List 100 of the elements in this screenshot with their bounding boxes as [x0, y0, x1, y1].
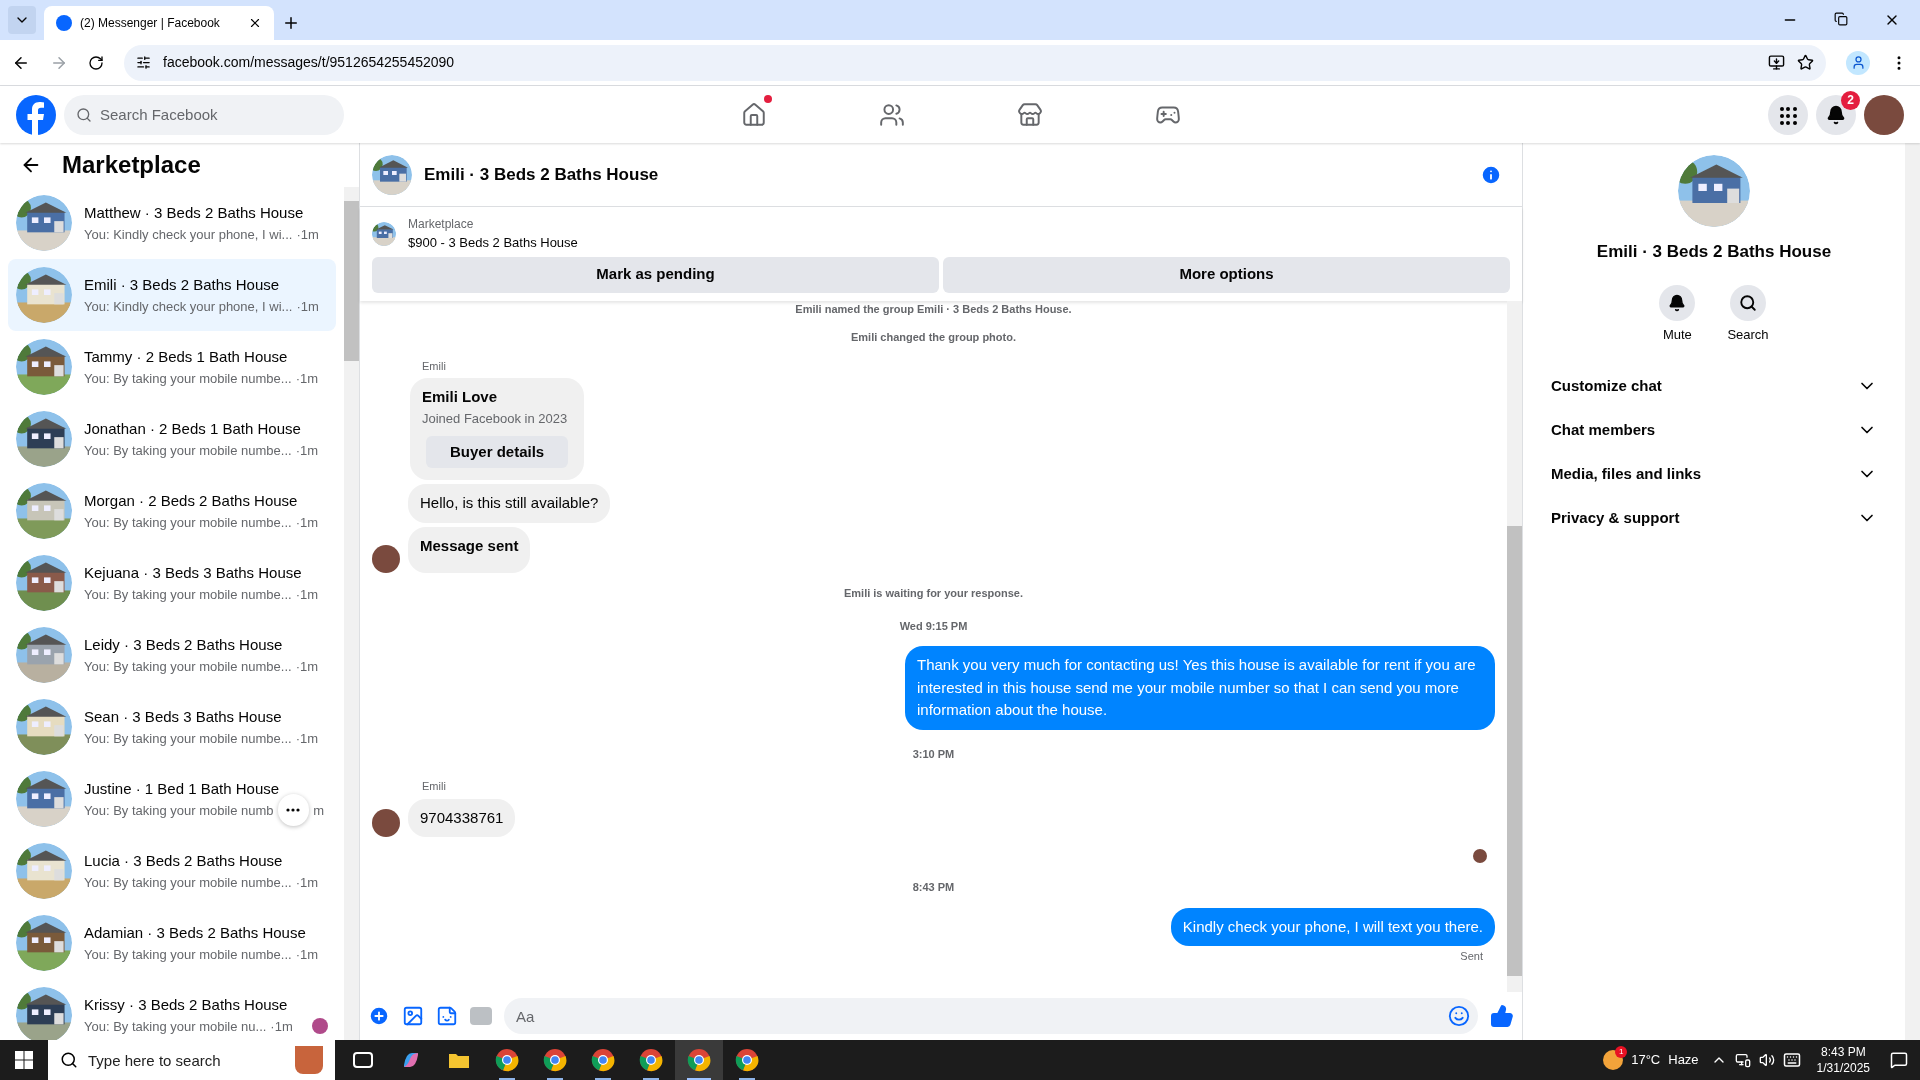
conversation-title: Sean · 3 Beds 3 Baths House: [84, 707, 283, 727]
browser-icon[interactable]: [639, 1048, 663, 1072]
listing-label: Marketplace: [408, 216, 475, 233]
clock-date: 1/31/2025: [1816, 1060, 1870, 1076]
search-icon: [1739, 293, 1757, 312]
chat-title: Emili · 3 Beds 2 Baths House: [424, 163, 660, 186]
temperature: 17°C: [1631, 1051, 1661, 1070]
buyer-name: Emili Love: [422, 387, 499, 407]
conversation-title: Matthew · 3 Beds 2 Baths House: [84, 203, 305, 223]
action-button[interactable]: Mark as pending: [372, 256, 939, 293]
conversation-item[interactable]: Matthew · 3 Beds 2 Baths House You: Kindly check your phone, I wi... ·1m: [8, 187, 336, 259]
message-field[interactable]: Aa: [504, 998, 1478, 1034]
keyboard-icon[interactable]: [1782, 1051, 1801, 1069]
message-preview: You: Kindly check your phone, I wi...: [84, 225, 293, 244]
message-time: ·1m: [295, 945, 319, 964]
bell-icon: [1668, 293, 1687, 312]
scrollbar[interactable]: [1905, 143, 1920, 1040]
scrollbar[interactable]: [1507, 300, 1522, 992]
system-message: Emili named the group Emili · 3 Beds 2 Baths House.: [795, 301, 1072, 317]
add-icon[interactable]: [368, 1005, 390, 1027]
listing-title: $900 - 3 Beds 2 Baths House: [408, 234, 578, 252]
menu-button[interactable]: [1768, 94, 1808, 135]
message-time: ·1m: [295, 873, 319, 892]
scrollbar[interactable]: [344, 187, 359, 1040]
message-bubble: Hello, is this still available?: [408, 484, 611, 523]
like-icon[interactable]: [1490, 1004, 1514, 1028]
conversation-item[interactable]: Jonathan · 2 Beds 1 Bath House You: By taking your mobile numbe... ·1m: [8, 403, 336, 475]
profile-button[interactable]: [1846, 50, 1870, 75]
notifications-icon[interactable]: [1890, 1051, 1908, 1069]
search-field[interactable]: Search Facebook: [64, 94, 344, 135]
site-info-icon[interactable]: [136, 55, 151, 70]
conversation-item[interactable]: Justine · 1 Bed 1 Bath House You: By taking your mobile numb m: [8, 763, 336, 835]
conversation-title: Justine · 1 Bed 1 Bath House: [84, 779, 281, 799]
browser-icon[interactable]: [687, 1048, 711, 1072]
taskbar-search-field[interactable]: Type here to search: [48, 1040, 335, 1080]
browser-icon[interactable]: [495, 1048, 519, 1072]
conversation-item[interactable]: Tammy · 2 Beds 1 Bath House You: By taking your mobile numbe... ·1m: [8, 331, 336, 403]
conversation-item[interactable]: Adamian · 3 Beds 2 Baths House You: By taking your mobile numbe... ·1m: [8, 907, 336, 979]
people-icon: [879, 101, 905, 128]
reload-icon[interactable]: [88, 54, 104, 71]
buyer-details-button[interactable]: Buyer details: [426, 436, 569, 468]
action-button[interactable]: More options: [943, 256, 1510, 293]
tab-list-button[interactable]: [8, 6, 36, 34]
section-header[interactable]: Customize chat: [1539, 364, 1889, 408]
notification-badge: 2: [1841, 90, 1860, 110]
emoji-icon[interactable]: [1448, 1005, 1470, 1027]
message-time: ·1m: [270, 1017, 293, 1036]
install-icon[interactable]: [1768, 54, 1785, 71]
section-header[interactable]: Privacy & support: [1539, 496, 1889, 540]
browser-icon[interactable]: [543, 1048, 567, 1072]
new-tab-icon[interactable]: [282, 14, 300, 32]
message-bubble: Kindly check your phone, I will text you there.: [1170, 907, 1495, 946]
address-bar[interactable]: facebook.com/messages/t/9512654255452090: [124, 44, 1826, 81]
browser-icon[interactable]: [591, 1048, 615, 1072]
more-button[interactable]: [277, 794, 310, 827]
search-icon: [76, 106, 92, 123]
windows-logo[interactable]: [15, 1051, 33, 1069]
message-time: ·1m: [295, 513, 319, 532]
conversation-item[interactable]: Emili · 3 Beds 2 Baths House You: Kindly check your phone, I wi... ·1m: [8, 259, 336, 331]
message-time: ·1m: [295, 657, 319, 676]
message-preview: You: By taking your mobile numbe...: [84, 513, 292, 532]
section-header[interactable]: Media, files and links: [1539, 452, 1889, 496]
conversation-item[interactable]: Morgan · 2 Beds 2 Baths House You: By taking your mobile numbe... ·1m: [8, 475, 336, 547]
message-bubble: Thank you very much for contacting us! Yes this house is available for rent if you are interested in this house send me your mobile number so that I can send you more information about the house.: [905, 646, 1495, 730]
folder-icon[interactable]: [448, 1051, 470, 1069]
message-preview: You: By taking your mobile numbe...: [84, 945, 292, 964]
volume-icon[interactable]: [1758, 1052, 1775, 1068]
sticker-icon[interactable]: [436, 1005, 458, 1027]
timestamp: 3:10 PM: [912, 746, 955, 762]
conversation-title: Adamian · 3 Beds 2 Baths House: [84, 923, 307, 943]
store-icon: [1017, 101, 1043, 128]
message-preview: You: By taking your mobile numbe...: [84, 585, 292, 604]
browser-tab[interactable]: (2) Messenger | Facebook: [44, 6, 274, 40]
facebook-logo[interactable]: [16, 94, 56, 135]
task-view-icon[interactable]: [353, 1052, 373, 1068]
conversation-item[interactable]: Kejuana · 3 Beds 3 Baths House You: By taking your mobile numbe... ·1m: [8, 547, 336, 619]
home-icon: [741, 101, 767, 128]
tab-title: (2) Messenger | Facebook: [80, 15, 221, 32]
message-time: ·1m: [295, 441, 319, 460]
sender-name: Emili: [422, 779, 447, 794]
section-header[interactable]: Chat members: [1539, 408, 1889, 452]
conversation-title: Emili · 3 Beds 2 Baths House: [84, 275, 281, 295]
conversation-item[interactable]: Lucia · 3 Beds 2 Baths House You: By taking your mobile numbe... ·1m: [8, 835, 336, 907]
restore-icon[interactable]: [1834, 12, 1848, 26]
message-time: ·1m: [295, 369, 319, 388]
message-preview: You: Kindly check your phone, I wi...: [84, 297, 293, 316]
info-icon[interactable]: [1480, 163, 1502, 186]
bookmark-icon[interactable]: [1797, 54, 1814, 71]
conversation-item[interactable]: Leidy · 3 Beds 2 Baths House You: By taking your mobile numbe... ·1m: [8, 619, 336, 691]
conversation-title: Leidy · 3 Beds 2 Baths House: [84, 635, 284, 655]
close-icon[interactable]: [248, 16, 262, 30]
browser-icon[interactable]: [735, 1048, 759, 1072]
system-message: Emili changed the group photo.: [851, 330, 1016, 345]
message-preview: You: By taking your mobile numbe...: [84, 369, 292, 388]
image-icon[interactable]: [402, 1005, 424, 1027]
conversation-item[interactable]: Sean · 3 Beds 3 Baths House You: By taking your mobile numbe... ·1m: [8, 691, 336, 763]
taskbar-app[interactable]: [675, 1040, 723, 1080]
conversation-title: Tammy · 2 Beds 1 Bath House: [84, 347, 289, 367]
network-icon[interactable]: [1734, 1052, 1751, 1068]
weather-badge: 1: [1615, 1046, 1628, 1058]
